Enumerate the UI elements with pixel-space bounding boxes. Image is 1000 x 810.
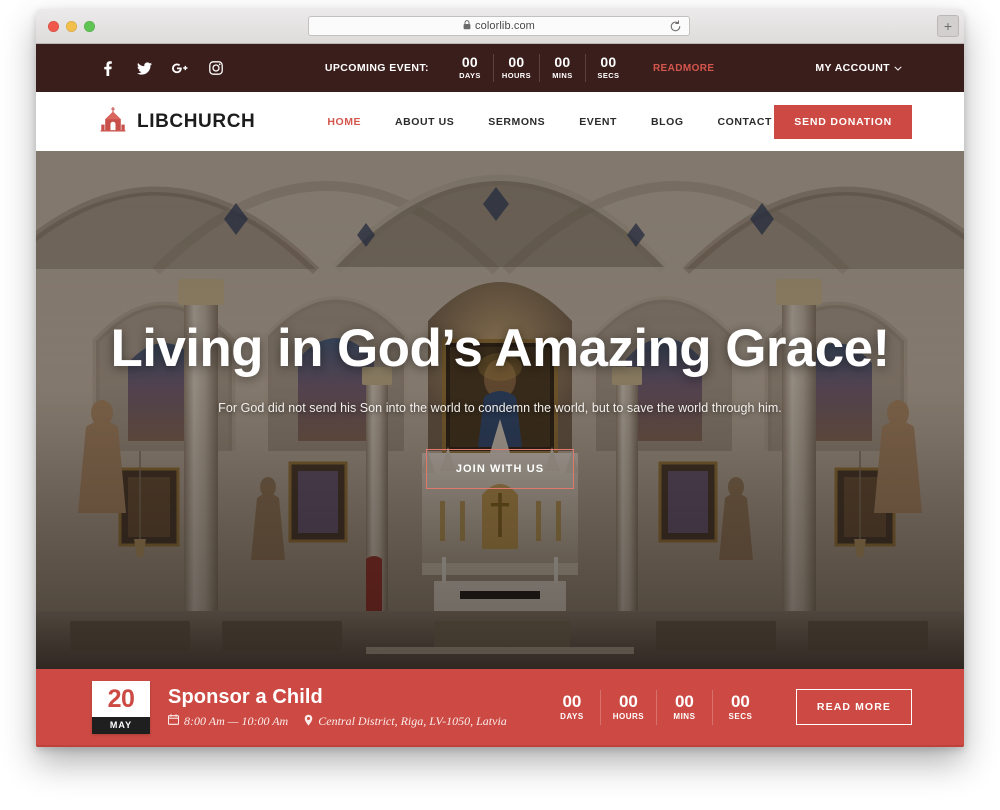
join-with-us-button[interactable]: JOIN WITH US (425, 449, 575, 489)
hero-content: Living in God’s Amazing Grace! For God d… (36, 319, 964, 489)
page-root: colorlib.com + UPCOMING EVENT: 00 DAYS 0… (0, 0, 1000, 810)
event-countdown-secs-value: 00 (730, 691, 750, 711)
url-text: colorlib.com (475, 20, 535, 32)
nav-item-about-us[interactable]: ABOUT US (395, 116, 454, 128)
nav-links: HOME ABOUT US SERMONS EVENT BLOG CONTACT (327, 116, 772, 128)
countdown-secs-value: 00 (600, 54, 617, 70)
event-countdown-mins-unit: MINS (673, 711, 696, 721)
event-countdown-hours: 00 HOURS (599, 689, 656, 725)
event-countdown: 00 DAYS 00 HOURS 00 MINS 00 SECS (544, 689, 768, 725)
social-links (100, 60, 224, 76)
event-countdown-days: 00 DAYS (544, 690, 600, 725)
church-icon (100, 106, 126, 137)
countdown-hours-value: 00 (508, 54, 525, 70)
countdown-days: 00 DAYS (447, 54, 493, 82)
event-countdown-hours-value: 00 (618, 691, 638, 711)
event-countdown-mins: 00 MINS (655, 689, 712, 725)
nav-item-home[interactable]: HOME (327, 116, 361, 128)
reload-icon[interactable] (669, 20, 682, 38)
event-countdown-days-value: 00 (562, 691, 582, 711)
brand-logo[interactable]: LIBCHURCH (100, 106, 255, 137)
main-navigation: LIBCHURCH HOME ABOUT US SERMONS EVENT BL… (36, 92, 964, 151)
countdown-secs-unit: SECS (597, 71, 620, 80)
facebook-icon[interactable] (100, 60, 116, 76)
hero-title: Living in God’s Amazing Grace! (110, 319, 890, 378)
event-date-badge: 20 MAY (92, 680, 150, 734)
event-meta: 8:00 Am — 10:00 Am Central District, Rig… (167, 714, 507, 730)
event-time: 8:00 Am — 10:00 Am (167, 714, 289, 729)
upcoming-event-countdown: UPCOMING EVENT: 00 DAYS 00 HOURS 00 MINS (325, 54, 715, 82)
event-countdown-secs-unit: SECS (728, 711, 753, 721)
hero-section: Living in God’s Amazing Grace! For God d… (36, 151, 964, 669)
countdown-mins-unit: MINS (552, 71, 573, 80)
event-location-text: Central District, Riga, LV-1050, Latvia (318, 714, 507, 728)
send-donation-button[interactable]: SEND DONATION (774, 104, 912, 139)
browser-window: colorlib.com + UPCOMING EVENT: 00 DAYS 0… (36, 9, 964, 747)
nav-item-blog[interactable]: BLOG (651, 116, 684, 128)
nav-item-event[interactable]: EVENT (579, 116, 617, 128)
map-pin-icon (304, 714, 313, 730)
instagram-icon[interactable] (208, 60, 224, 76)
countdown-mins-value: 00 (554, 54, 571, 70)
new-tab-button[interactable]: + (937, 15, 959, 37)
minimize-window-button[interactable] (66, 21, 77, 32)
event-time-text: 8:00 Am — 10:00 Am (184, 714, 289, 728)
countdown-secs: 00 SECS (584, 54, 631, 82)
event-read-more-button[interactable]: READ MORE (795, 689, 912, 725)
countdown-mins: 00 MINS (538, 54, 585, 82)
event-date-month: MAY (92, 716, 150, 734)
address-bar[interactable]: colorlib.com (308, 16, 690, 36)
chevron-down-icon (894, 62, 902, 74)
event-info: Sponsor a Child 8:00 Am — 10:00 Am Centr… (167, 685, 507, 730)
event-date-day: 20 (107, 684, 135, 713)
event-title: Sponsor a Child (168, 685, 323, 708)
hero-subtitle: For God did not send his Son into the wo… (218, 401, 782, 415)
maximize-window-button[interactable] (84, 21, 95, 32)
window-controls (48, 21, 95, 32)
topbar-readmore-link[interactable]: READMORE (653, 63, 715, 74)
top-utility-bar: UPCOMING EVENT: 00 DAYS 00 HOURS 00 MINS (36, 44, 964, 92)
event-countdown-days-unit: DAYS (560, 711, 584, 721)
calendar-icon (167, 714, 180, 729)
close-window-button[interactable] (48, 21, 59, 32)
twitter-icon[interactable] (136, 60, 152, 76)
countdown-hours-unit: HOURS (501, 71, 531, 80)
upcoming-event-label: UPCOMING EVENT: (324, 62, 429, 74)
my-account-menu[interactable]: MY ACCOUNT (815, 62, 902, 74)
nav-item-contact[interactable]: CONTACT (718, 116, 772, 128)
google-plus-icon[interactable] (172, 60, 188, 76)
event-countdown-mins-value: 00 (674, 691, 694, 711)
brand-name: LIBCHURCH (137, 110, 256, 132)
event-location: Central District, Riga, LV-1050, Latvia (304, 714, 507, 730)
lock-icon (463, 17, 471, 35)
my-account-label: MY ACCOUNT (815, 62, 890, 74)
browser-toolbar: colorlib.com + (36, 9, 964, 44)
website-viewport: UPCOMING EVENT: 00 DAYS 00 HOURS 00 MINS (36, 44, 964, 747)
event-bar: 20 MAY Sponsor a Child 8:00 Am — 10:00 A… (36, 669, 964, 747)
event-countdown-secs: 00 SECS (711, 689, 768, 725)
event-countdown-hours-unit: HOURS (612, 711, 645, 721)
nav-item-sermons[interactable]: SERMONS (488, 116, 545, 128)
countdown-hours: 00 HOURS (492, 54, 539, 82)
countdown-days-unit: DAYS (459, 71, 481, 80)
countdown-days-value: 00 (461, 54, 479, 70)
